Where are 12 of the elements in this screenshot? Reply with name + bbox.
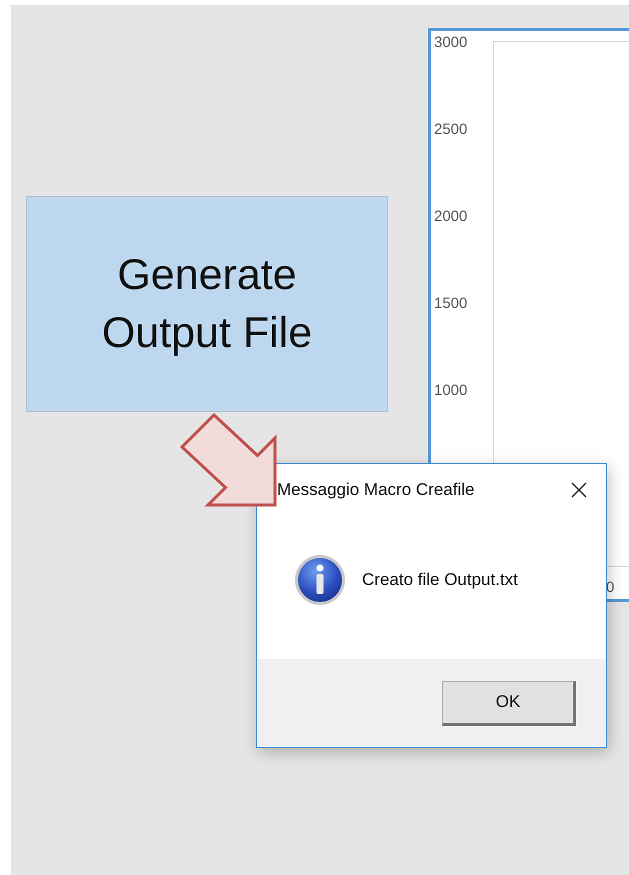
ok-button[interactable]: OK [442,680,576,726]
arrow-icon [180,413,277,507]
y-tick-label: 1500 [434,294,468,314]
y-tick-label: 2500 [434,120,468,140]
y-tick-label: 2000 [434,207,468,227]
dialog-message: Creato file Output.txt [362,570,518,590]
info-icon [294,554,346,606]
y-tick-label: 3000 [434,33,468,53]
close-icon[interactable] [570,481,588,499]
y-tick-label: 1000 [434,381,468,401]
generate-output-button[interactable]: Generate Output File [26,196,388,412]
dialog-title: Messaggio Macro Creafile [277,480,474,500]
